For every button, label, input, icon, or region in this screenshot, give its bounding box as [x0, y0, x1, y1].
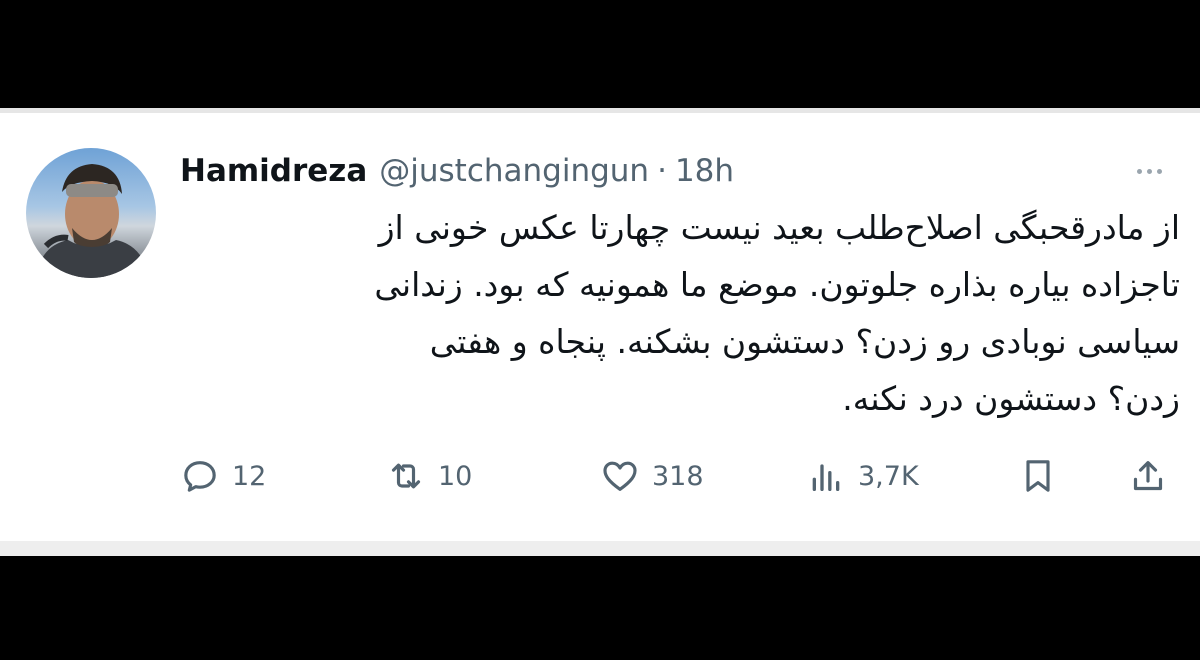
views-button[interactable]: 3,7K [806, 453, 919, 499]
more-dots-icon[interactable] [1126, 157, 1172, 185]
like-count: 318 [652, 460, 704, 492]
tweet-text-line: زدن؟ دستشون درد نکنه. [842, 379, 1180, 418]
tweet-text-line: سیاسی نوبادی رو زدن؟ دستشون بشکنه. پنجاه… [429, 322, 1180, 361]
action-bar: 12 10 318 3,7K [180, 453, 1180, 499]
reply-count: 12 [232, 460, 267, 492]
bottom-separator [0, 541, 1200, 556]
views-count: 3,7K [858, 460, 919, 492]
bookmark-icon [1026, 460, 1050, 492]
retweet-icon [391, 463, 421, 489]
views-icon [812, 464, 840, 491]
display-name[interactable]: Hamidreza [180, 153, 367, 189]
tweet-header: Hamidreza @justchangingun · 18h [180, 151, 734, 191]
timestamp[interactable]: 18h [675, 153, 734, 189]
retweet-count: 10 [438, 460, 473, 492]
like-button[interactable]: 318 [600, 453, 704, 499]
tweet-text: از مادرقحبگی اصلاح‌طلب بعید نیست چهارتا … [180, 199, 1180, 427]
handle[interactable]: @justchangingun [379, 153, 649, 189]
profile-photo [36, 164, 148, 278]
retweet-button[interactable]: 10 [386, 453, 472, 499]
heart-icon [603, 461, 637, 491]
top-black-bar [0, 0, 1200, 108]
separator-dot: · [657, 153, 667, 189]
reply-icon [184, 461, 216, 492]
tweet-card[interactable]: Hamidreza @justchangingun · 18h از مادرق… [0, 113, 1200, 541]
reply-button[interactable]: 12 [180, 453, 266, 499]
tweet-text-line: از مادرقحبگی اصلاح‌طلب بعید نیست چهارتا … [378, 208, 1180, 247]
avatar[interactable] [26, 148, 156, 278]
tweet-text-line: تاجزاده بیاره بذاره جلوتون. موضع ما همون… [374, 265, 1180, 304]
bottom-black-bar [0, 556, 1200, 660]
bookmark-button[interactable] [1018, 453, 1058, 499]
share-icon [1133, 461, 1163, 491]
share-button[interactable] [1128, 453, 1168, 499]
